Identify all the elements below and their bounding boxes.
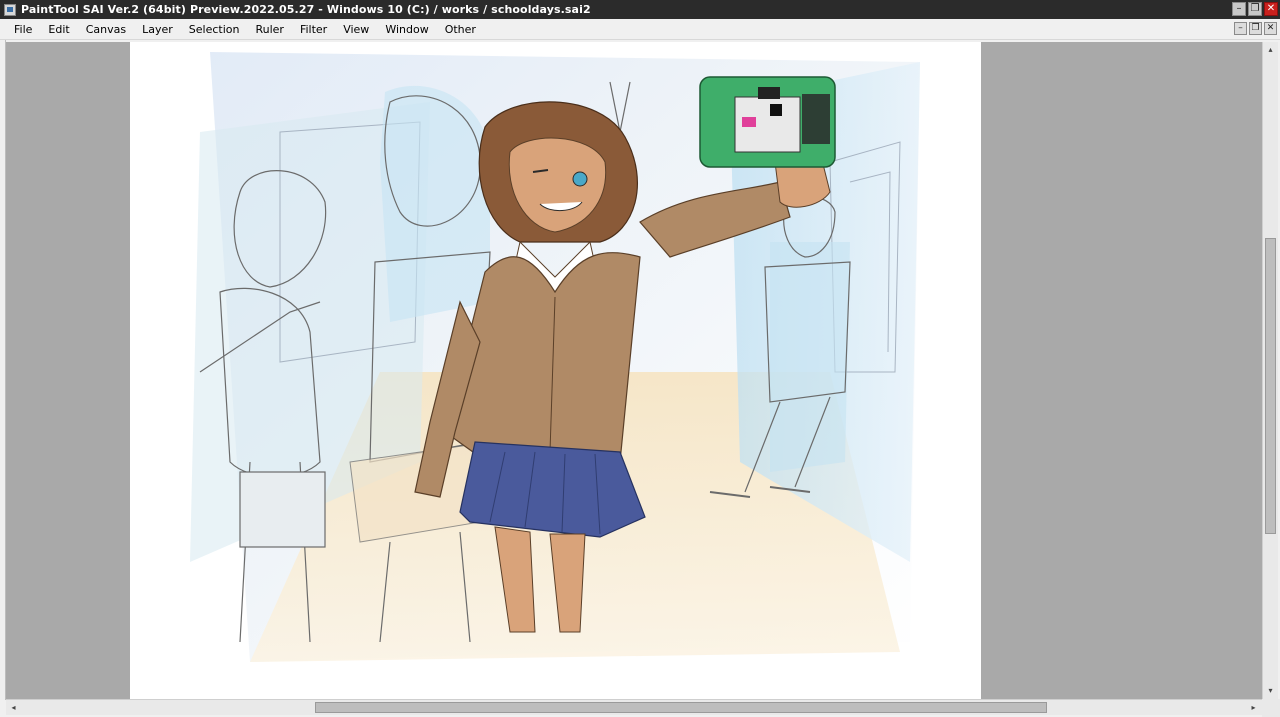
menu-layer[interactable]: Layer (134, 19, 181, 40)
app-icon[interactable] (4, 3, 16, 16)
menu-file[interactable]: File (0, 19, 40, 40)
menu-selection[interactable]: Selection (181, 19, 248, 40)
menu-ruler[interactable]: Ruler (247, 19, 291, 40)
document-close-button[interactable]: ✕ (1264, 22, 1277, 35)
document-restore-button[interactable]: ❐ (1249, 22, 1262, 35)
menu-canvas[interactable]: Canvas (78, 19, 134, 40)
vertical-scrollbar[interactable]: ▴ ▾ (1262, 42, 1278, 699)
menu-edit[interactable]: Edit (40, 19, 77, 40)
menu-other[interactable]: Other (437, 19, 484, 40)
scroll-down-arrow[interactable]: ▾ (1265, 685, 1276, 696)
scrollbar-corner (1262, 699, 1280, 717)
restore-button[interactable]: ❐ (1248, 2, 1262, 16)
menu-filter[interactable]: Filter (292, 19, 335, 40)
window-controls: – ❐ ✕ (1232, 2, 1278, 16)
canvas-paper[interactable] (130, 42, 981, 699)
vertical-scroll-thumb[interactable] (1265, 238, 1276, 534)
title-bar: PaintTool SAI Ver.2 (64bit) Preview.2022… (0, 0, 1280, 19)
artwork (190, 52, 920, 662)
minimize-button[interactable]: – (1232, 2, 1246, 16)
window-title: PaintTool SAI Ver.2 (64bit) Preview.2022… (21, 3, 591, 16)
scroll-right-arrow[interactable]: ▸ (1248, 702, 1259, 713)
horizontal-scrollbar[interactable]: ◂ ▸ (6, 699, 1262, 715)
document-minimize-button[interactable]: – (1234, 22, 1247, 35)
scroll-left-arrow[interactable]: ◂ (8, 702, 19, 713)
menu-view[interactable]: View (335, 19, 377, 40)
menu-window[interactable]: Window (377, 19, 436, 40)
eye (572, 171, 588, 187)
document-window-controls: – ❐ ✕ (1234, 22, 1277, 35)
scroll-up-arrow[interactable]: ▴ (1265, 44, 1276, 55)
horizontal-scroll-thumb[interactable] (315, 702, 1047, 713)
close-button[interactable]: ✕ (1264, 2, 1278, 16)
canvas-workspace[interactable] (6, 42, 1262, 699)
menu-bar: File Edit Canvas Layer Selection Ruler F… (0, 19, 1280, 40)
